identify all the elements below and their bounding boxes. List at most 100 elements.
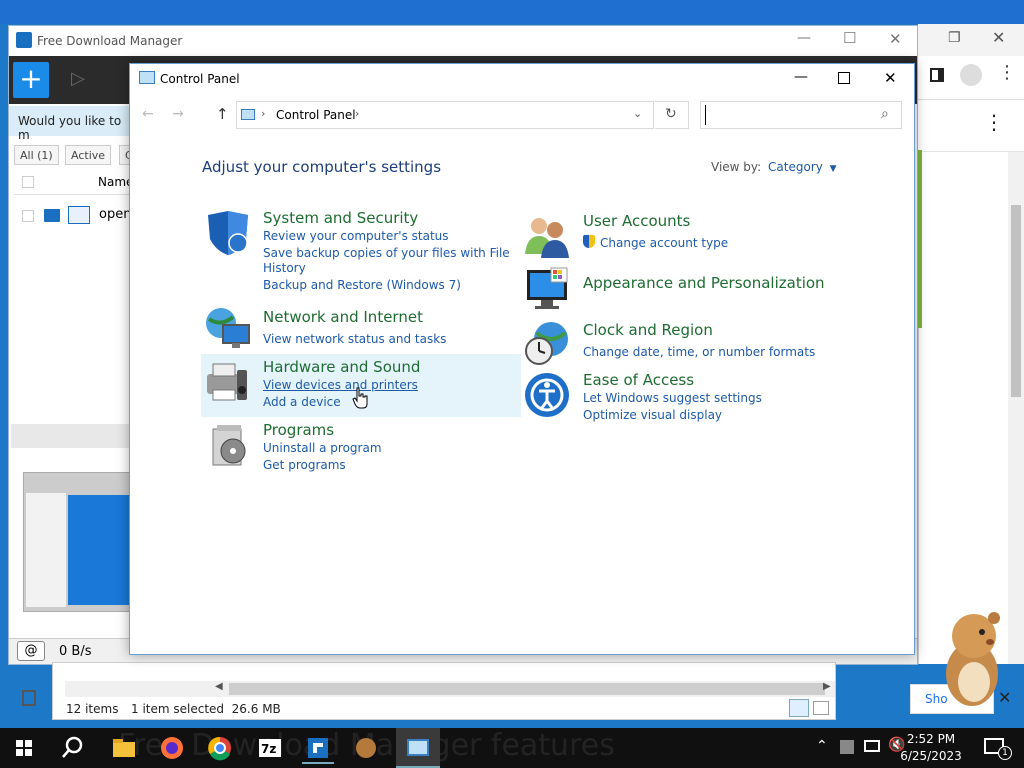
more-icon[interactable]: ⋮ bbox=[984, 110, 1004, 134]
up-icon[interactable]: ↑ bbox=[216, 105, 229, 123]
file-explorer-icon[interactable] bbox=[108, 732, 140, 764]
download-name: open bbox=[99, 207, 132, 222]
maximize-icon[interactable]: ☐ bbox=[843, 29, 856, 47]
app-icon[interactable] bbox=[350, 732, 382, 764]
close-icon[interactable]: ✕ bbox=[884, 69, 897, 87]
clock-region-icon[interactable] bbox=[523, 319, 571, 367]
refresh-icon: ↻ bbox=[665, 106, 677, 122]
link-review-status[interactable]: Review your computer's status bbox=[263, 229, 449, 243]
preview-blue-area bbox=[68, 495, 130, 605]
link-windows-suggest[interactable]: Let Windows suggest settings bbox=[583, 391, 762, 405]
svg-text:7z: 7z bbox=[261, 742, 276, 756]
clock[interactable]: 2:52 PM 6/25/2023 bbox=[896, 731, 966, 765]
link-view-devices[interactable]: View devices and printers bbox=[263, 378, 418, 392]
category-clock-region[interactable]: Clock and Region bbox=[583, 321, 713, 339]
address-bar[interactable]: › Control Panel › ⌄ bbox=[236, 101, 654, 129]
menu-icon[interactable]: ⋮ bbox=[998, 62, 1016, 83]
link-save-backup[interactable]: Save backup copies of your files with Fi… bbox=[263, 246, 510, 260]
refresh-button[interactable]: ↻ bbox=[655, 101, 689, 129]
7zip-icon[interactable]: 7z bbox=[254, 732, 286, 764]
fdm-taskbar-icon[interactable] bbox=[302, 732, 334, 764]
forward-icon[interactable]: → bbox=[172, 106, 184, 122]
category-system-security[interactable]: System and Security bbox=[263, 209, 418, 227]
hamster-mascot-icon bbox=[946, 612, 1000, 706]
details-view-icon[interactable] bbox=[789, 699, 809, 717]
category-programs[interactable]: Programs bbox=[263, 421, 334, 439]
tray-app-icon[interactable] bbox=[840, 740, 854, 754]
preview-panel bbox=[26, 493, 66, 607]
hardware-sound-printer-icon[interactable] bbox=[203, 358, 251, 406]
minimize-icon[interactable]: — bbox=[797, 30, 811, 46]
control-panel-taskbar-icon[interactable] bbox=[396, 728, 440, 768]
address-dropdown-icon[interactable]: ⌄ bbox=[633, 107, 642, 120]
start-windows-icon[interactable] bbox=[8, 732, 40, 764]
network-icon[interactable] bbox=[864, 740, 880, 752]
link-get-programs[interactable]: Get programs bbox=[263, 458, 346, 472]
row-checkbox[interactable] bbox=[22, 210, 34, 222]
control-panel-window: Control Panel — ✕ ← → ↑ › Control Panel … bbox=[129, 63, 915, 655]
snail-icon[interactable]: @ bbox=[17, 641, 45, 661]
link-backup-restore[interactable]: Backup and Restore (Windows 7) bbox=[263, 278, 461, 292]
link-change-account-type[interactable]: Change account type bbox=[600, 236, 728, 250]
fdm-details-header bbox=[11, 424, 130, 448]
link-add-device[interactable]: Add a device bbox=[263, 395, 341, 409]
sidebar-icon[interactable] bbox=[930, 68, 944, 82]
control-panel-titlebar: Control Panel — ✕ bbox=[130, 64, 914, 94]
maximize-icon[interactable] bbox=[838, 72, 850, 84]
user-accounts-icon[interactable] bbox=[523, 212, 571, 260]
item-count: 12 items bbox=[66, 702, 119, 716]
add-download-button[interactable]: + bbox=[13, 62, 49, 98]
ease-of-access-icon[interactable] bbox=[523, 371, 571, 419]
category-network-internet[interactable]: Network and Internet bbox=[263, 308, 423, 326]
category-appearance-personalization[interactable]: Appearance and Personalization bbox=[583, 274, 825, 292]
search-icon[interactable] bbox=[56, 732, 88, 764]
category-user-accounts[interactable]: User Accounts bbox=[583, 212, 690, 230]
fdm-preview-image bbox=[23, 472, 130, 612]
link-save-backup-cont[interactable]: History bbox=[263, 261, 306, 275]
link-optimize-visual[interactable]: Optimize visual display bbox=[583, 408, 722, 422]
minimize-icon[interactable]: — bbox=[794, 69, 808, 85]
close-icon[interactable]: ✕ bbox=[889, 30, 902, 48]
tab-all[interactable]: All (1) bbox=[14, 145, 59, 165]
clock-date: 6/25/2023 bbox=[900, 749, 962, 763]
link-view-network[interactable]: View network status and tasks bbox=[263, 332, 446, 346]
category-ease-of-access[interactable]: Ease of Access bbox=[583, 371, 694, 389]
network-internet-icon[interactable] bbox=[203, 305, 251, 353]
close-icon[interactable]: ✕ bbox=[992, 28, 1005, 47]
fdm-column-header: Name bbox=[14, 171, 133, 195]
folder-icon[interactable] bbox=[44, 209, 60, 222]
dropdown-arrow-icon: ▼ bbox=[829, 164, 837, 174]
address-cp-icon bbox=[241, 109, 255, 120]
scroll-left-icon[interactable]: ◀ bbox=[215, 681, 223, 692]
link-uninstall-program[interactable]: Uninstall a program bbox=[263, 441, 382, 455]
back-icon[interactable]: ← bbox=[142, 106, 154, 122]
horizontal-scrollbar-thumb[interactable] bbox=[229, 683, 825, 695]
fdm-titlebar: Free Download Manager — ☐ ✕ bbox=[9, 26, 917, 56]
view-by-dropdown[interactable]: Category ▼ bbox=[768, 160, 837, 174]
restore-icon[interactable]: ❐ bbox=[948, 30, 961, 46]
appearance-personalization-icon[interactable] bbox=[523, 264, 571, 312]
profile-avatar-icon[interactable] bbox=[960, 64, 982, 86]
search-field[interactable]: ⌕ bbox=[700, 101, 902, 129]
download-row[interactable]: open bbox=[14, 201, 132, 231]
search-icon[interactable]: ⌕ bbox=[881, 106, 889, 122]
link-change-date-time[interactable]: Change date, time, or number formats bbox=[583, 345, 815, 359]
tab-active[interactable]: Active bbox=[65, 145, 112, 165]
plus-icon: + bbox=[19, 62, 43, 95]
category-hardware-sound[interactable]: Hardware and Sound bbox=[263, 358, 420, 376]
browser-scrollbar-thumb[interactable] bbox=[1011, 205, 1021, 397]
firefox-icon[interactable] bbox=[156, 732, 188, 764]
system-security-shield-icon[interactable] bbox=[204, 209, 252, 257]
scroll-right-icon[interactable]: ▶ bbox=[823, 681, 831, 692]
view-by-value: Category bbox=[768, 160, 823, 174]
play-icon[interactable]: ▷ bbox=[71, 68, 85, 89]
search-input[interactable] bbox=[705, 105, 875, 125]
breadcrumb-control-panel[interactable]: Control Panel bbox=[276, 108, 356, 122]
breadcrumb-chevron-icon[interactable]: › bbox=[355, 107, 359, 120]
chrome-icon[interactable] bbox=[204, 732, 236, 764]
large-icons-view-icon[interactable] bbox=[813, 701, 829, 715]
select-all-checkbox[interactable] bbox=[22, 176, 34, 188]
tray-chevron-icon[interactable]: ⌃ bbox=[816, 738, 828, 754]
programs-icon[interactable] bbox=[205, 421, 253, 469]
download-speed: 0 B/s bbox=[59, 644, 92, 659]
